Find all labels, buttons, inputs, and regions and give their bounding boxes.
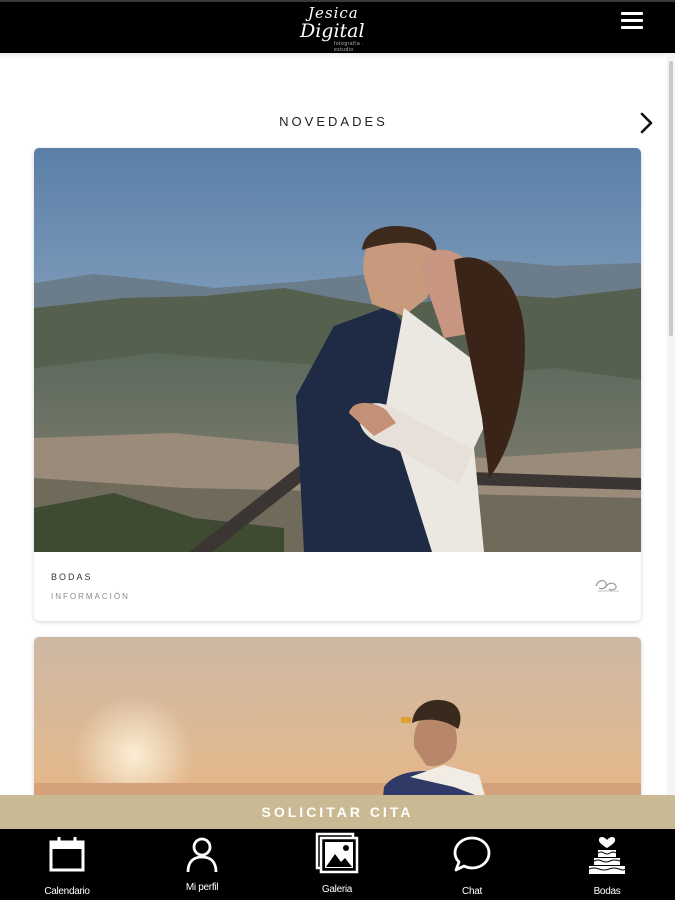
nav-calendario[interactable]: Calendario [12, 829, 122, 900]
news-card-2[interactable] [34, 637, 641, 795]
brand-logo[interactable]: Jesica Digital fotografía · estudio [296, 4, 380, 53]
nav-label-mi-perfil: Mi perfil [185, 882, 219, 893]
card-subtitle: INFORMACIÓN [51, 592, 130, 601]
nav-label-calendario: Calendario [44, 886, 90, 897]
chat-icon [453, 836, 491, 872]
main-content[interactable]: NOVEDADES BODAS INFORMACIÓN [0, 53, 667, 795]
nav-label-chat: Chat [462, 886, 482, 897]
wedding-couple-photo [34, 148, 641, 552]
nav-galeria[interactable]: Galeria [282, 829, 392, 900]
bottom-nav: Calendario Mi perfil Galeria Chat Bodas [0, 829, 675, 900]
nav-label-galeria: Galeria [321, 884, 353, 895]
nav-mi-perfil[interactable]: Mi perfil [147, 829, 257, 900]
nav-chat[interactable]: Chat [417, 829, 527, 900]
top-bar: Jesica Digital fotografía · estudio [0, 0, 675, 53]
gallery-icon [315, 832, 359, 874]
nav-bodas[interactable]: Bodas [552, 829, 662, 900]
brand-mini-logo [595, 580, 619, 592]
section-title: NOVEDADES [279, 114, 388, 129]
calendar-icon [49, 837, 85, 872]
wedding-cake-icon [588, 837, 626, 874]
card-title: BODAS [51, 572, 93, 582]
solicitar-cita-button[interactable]: SOLICITAR CITA [0, 795, 675, 829]
top-rim [0, 0, 675, 2]
chevron-right-icon[interactable] [636, 111, 656, 135]
user-icon [186, 837, 218, 873]
scrollbar[interactable] [667, 53, 675, 795]
hamburger-icon[interactable] [618, 9, 646, 33]
logo-line2: Digital [300, 20, 365, 42]
nav-label-bodas: Bodas [593, 886, 621, 897]
sunset-portrait-photo [34, 637, 641, 795]
news-card-bodas[interactable]: BODAS INFORMACIÓN [34, 148, 641, 621]
logo-small: fotografía · estudio [334, 41, 365, 53]
